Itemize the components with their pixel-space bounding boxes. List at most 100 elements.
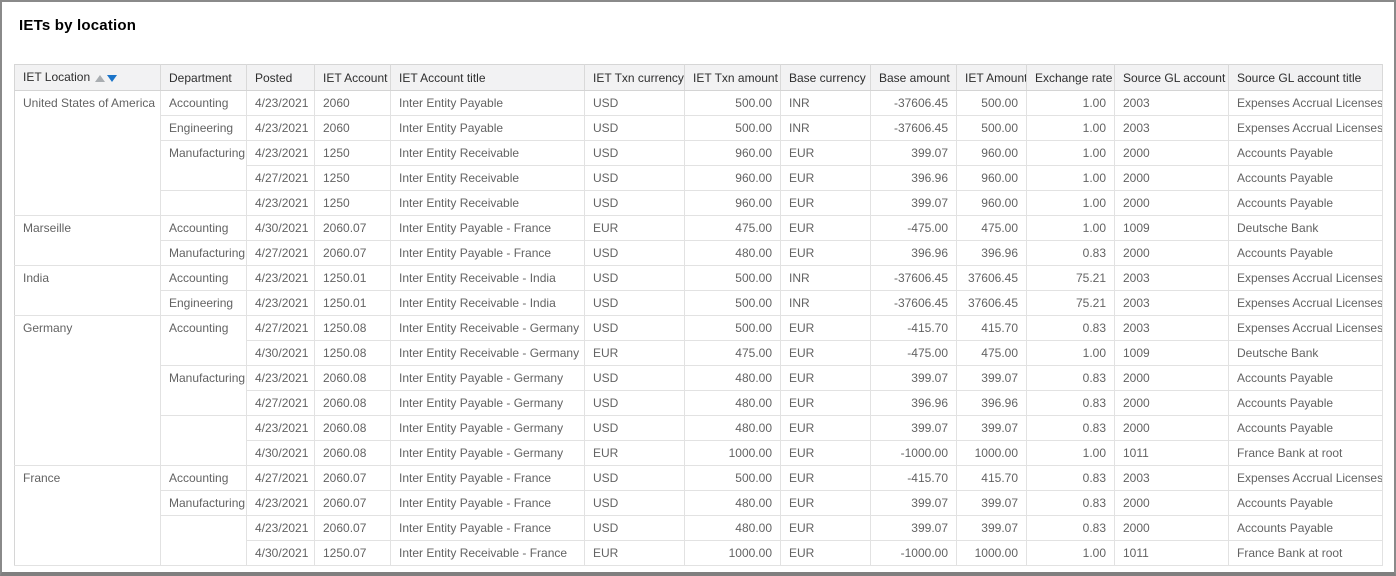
cell-exchange-rate: 0.83: [1027, 391, 1115, 416]
cell-iet-txn-amount: 1000.00: [685, 441, 781, 466]
cell-iet-txn-currency: EUR: [585, 216, 685, 241]
cell-iet-txn-amount: 480.00: [685, 516, 781, 541]
cell-iet-amount: 475.00: [957, 341, 1027, 366]
column-header-iet-txn-amount[interactable]: IET Txn amount: [685, 65, 781, 91]
column-header-iet-account[interactable]: IET Account: [315, 65, 391, 91]
cell-posted: 4/23/2021: [247, 116, 315, 141]
column-header-iet-txn-currency[interactable]: IET Txn currency: [585, 65, 685, 91]
cell-source-gl-account: 1011: [1115, 441, 1229, 466]
cell-posted: 4/30/2021: [247, 216, 315, 241]
cell-base-amount: -1000.00: [871, 541, 957, 566]
cell-iet-amount: 960.00: [957, 191, 1027, 216]
column-header-base-currency[interactable]: Base currency: [781, 65, 871, 91]
column-label: Source GL account: [1123, 71, 1225, 85]
cell-department: Accounting: [161, 466, 247, 491]
column-label: Base currency: [789, 71, 866, 85]
cell-iet-account-title: Inter Entity Payable - France: [391, 516, 585, 541]
cell-department: [161, 516, 247, 566]
cell-base-amount: 396.96: [871, 391, 957, 416]
cell-iet-txn-currency: USD: [585, 241, 685, 266]
cell-department: Manufacturing: [161, 491, 247, 516]
cell-iet-account: 2060.07: [315, 516, 391, 541]
column-header-source-gl-account-title[interactable]: Source GL account title: [1229, 65, 1383, 91]
cell-iet-txn-currency: USD: [585, 366, 685, 391]
cell-iet-txn-currency: USD: [585, 116, 685, 141]
cell-posted: 4/23/2021: [247, 491, 315, 516]
cell-iet-amount: 399.07: [957, 516, 1027, 541]
cell-iet-txn-amount: 480.00: [685, 416, 781, 441]
column-label: Department: [169, 71, 232, 85]
cell-source-gl-account: 2003: [1115, 91, 1229, 116]
cell-iet-account: 1250: [315, 191, 391, 216]
cell-source-gl-account: 2000: [1115, 141, 1229, 166]
cell-iet-account-title: Inter Entity Payable - Germany: [391, 416, 585, 441]
column-header-iet-amount[interactable]: IET Amount: [957, 65, 1027, 91]
sort-descending-icon[interactable]: [107, 75, 117, 82]
cell-iet-account: 2060.07: [315, 241, 391, 266]
cell-department: Accounting: [161, 216, 247, 241]
cell-source-gl-account: 2000: [1115, 491, 1229, 516]
cell-department: Accounting: [161, 316, 247, 366]
cell-exchange-rate: 0.83: [1027, 416, 1115, 441]
cell-iet-account: 1250.08: [315, 341, 391, 366]
column-header-exchange-rate[interactable]: Exchange rate: [1027, 65, 1115, 91]
column-label: IET Account: [323, 71, 387, 85]
cell-iet-txn-amount: 500.00: [685, 316, 781, 341]
cell-iet-txn-currency: USD: [585, 191, 685, 216]
column-label: IET Txn currency: [593, 71, 684, 85]
cell-exchange-rate: 1.00: [1027, 216, 1115, 241]
cell-source-gl-account-title: Accounts Payable: [1229, 166, 1383, 191]
column-header-department[interactable]: Department: [161, 65, 247, 91]
cell-iet-txn-currency: USD: [585, 91, 685, 116]
column-header-iet-account-title[interactable]: IET Account title: [391, 65, 585, 91]
cell-iet-txn-amount: 500.00: [685, 266, 781, 291]
cell-source-gl-account: 2000: [1115, 241, 1229, 266]
cell-posted: 4/23/2021: [247, 516, 315, 541]
cell-iet-account-title: Inter Entity Payable - France: [391, 466, 585, 491]
cell-source-gl-account-title: Accounts Payable: [1229, 191, 1383, 216]
cell-iet-amount: 475.00: [957, 216, 1027, 241]
cell-source-gl-account-title: France Bank at root: [1229, 441, 1383, 466]
cell-iet-account-title: Inter Entity Receivable - India: [391, 266, 585, 291]
cell-base-amount: 396.96: [871, 241, 957, 266]
cell-iet-amount: 1000.00: [957, 541, 1027, 566]
column-header-source-gl-account[interactable]: Source GL account: [1115, 65, 1229, 91]
cell-base-currency: EUR: [781, 516, 871, 541]
cell-base-currency: INR: [781, 116, 871, 141]
cell-source-gl-account-title: France Bank at root: [1229, 541, 1383, 566]
cell-base-amount: 399.07: [871, 491, 957, 516]
cell-source-gl-account: 1009: [1115, 216, 1229, 241]
cell-posted: 4/27/2021: [247, 391, 315, 416]
column-label: IET Txn amount: [693, 71, 778, 85]
cell-source-gl-account-title: Expenses Accrual Licenses: [1229, 116, 1383, 141]
cell-department: Engineering: [161, 116, 247, 141]
cell-iet-amount: 399.07: [957, 366, 1027, 391]
header-row: IET Location Department Posted IET Account I…: [15, 65, 1383, 91]
cell-iet-txn-currency: USD: [585, 466, 685, 491]
cell-department: Accounting: [161, 91, 247, 116]
table-header: IET Location Department Posted IET Account I…: [15, 65, 1383, 91]
table-row: 4/23/20211250Inter Entity ReceivableUSD9…: [15, 191, 1383, 216]
cell-base-currency: EUR: [781, 416, 871, 441]
cell-source-gl-account: 2003: [1115, 116, 1229, 141]
cell-base-currency: EUR: [781, 166, 871, 191]
cell-iet-account: 2060.08: [315, 416, 391, 441]
cell-source-gl-account-title: Expenses Accrual Licenses: [1229, 466, 1383, 491]
cell-posted: 4/30/2021: [247, 341, 315, 366]
cell-iet-account-title: Inter Entity Payable - France: [391, 216, 585, 241]
column-header-location[interactable]: IET Location: [15, 65, 161, 91]
cell-base-currency: EUR: [781, 441, 871, 466]
cell-iet-amount: 396.96: [957, 241, 1027, 266]
cell-source-gl-account: 2003: [1115, 466, 1229, 491]
column-header-base-amount[interactable]: Base amount: [871, 65, 957, 91]
cell-iet-account: 2060.08: [315, 366, 391, 391]
cell-iet-amount: 960.00: [957, 141, 1027, 166]
cell-iet-txn-amount: 960.00: [685, 166, 781, 191]
cell-source-gl-account-title: Accounts Payable: [1229, 141, 1383, 166]
cell-base-currency: EUR: [781, 541, 871, 566]
cell-base-currency: EUR: [781, 341, 871, 366]
sort-ascending-icon[interactable]: [95, 75, 105, 82]
cell-location: United States of America: [15, 91, 161, 216]
column-header-posted[interactable]: Posted: [247, 65, 315, 91]
cell-exchange-rate: 75.21: [1027, 266, 1115, 291]
